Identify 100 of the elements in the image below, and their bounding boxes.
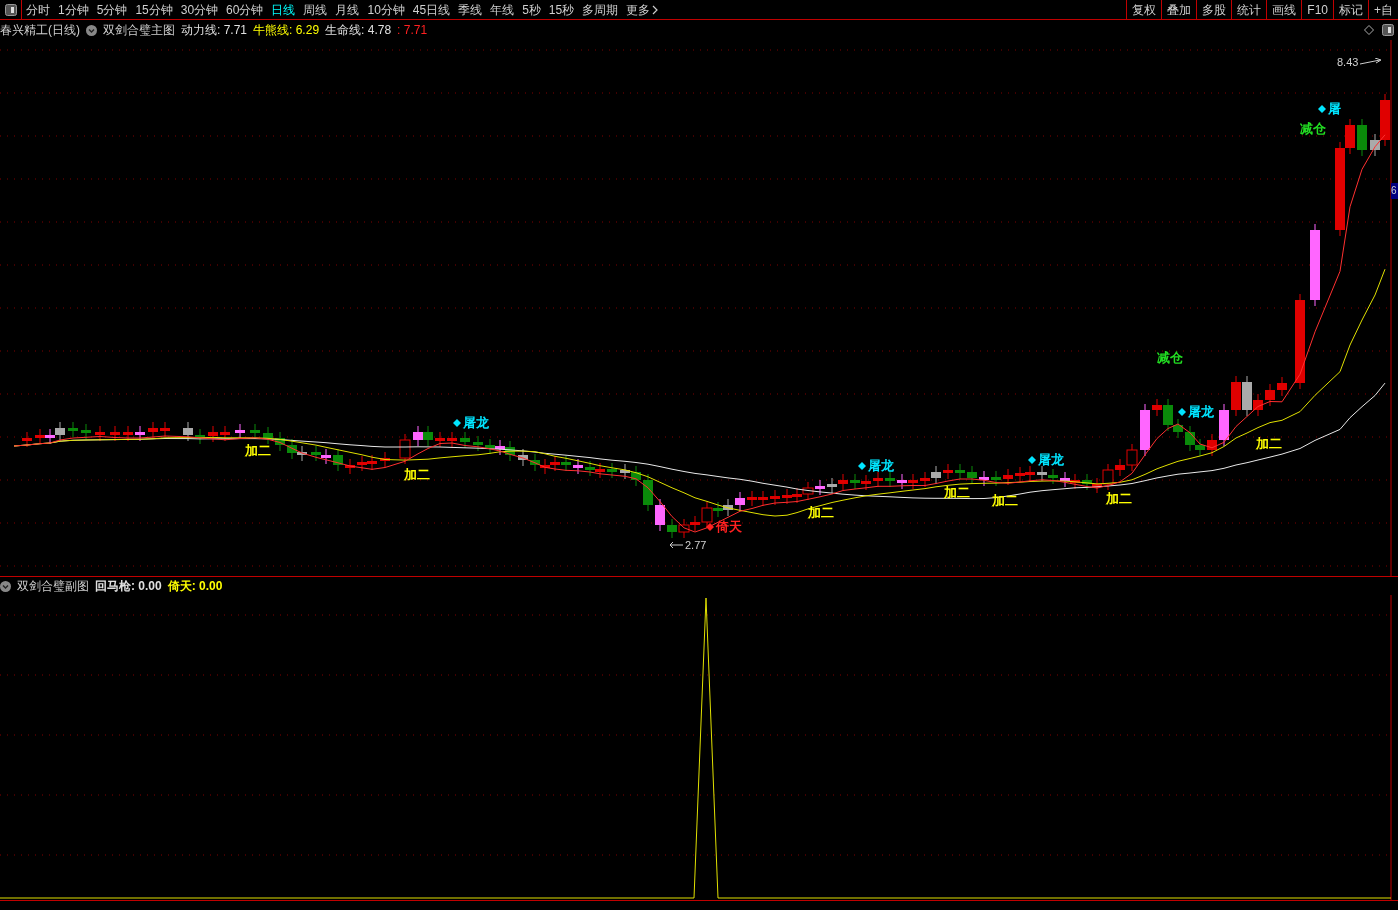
candlestick	[135, 425, 145, 442]
panel-toggle-icon[interactable]	[1382, 24, 1394, 36]
toolbar-button[interactable]: 统计	[1231, 0, 1267, 20]
candlestick	[1082, 473, 1092, 491]
candlestick	[518, 448, 528, 467]
indicator-value: 生命线: 4.78	[325, 22, 392, 39]
candlestick	[967, 465, 977, 485]
candlestick	[1070, 473, 1080, 490]
candlestick	[45, 428, 55, 445]
dropdown-icon[interactable]	[0, 580, 11, 592]
signal-label: 加二	[944, 486, 970, 500]
period-tab[interactable]: 5秒	[518, 0, 545, 20]
period-tab[interactable]: 分时	[22, 0, 54, 20]
candlestick	[35, 428, 45, 445]
stock-title: 春兴精工(日线)	[0, 22, 80, 39]
indicator-value: 倚天: 0.00	[167, 578, 223, 595]
period-tab[interactable]: 60分钟	[222, 0, 268, 20]
period-tab[interactable]: 年线	[486, 0, 519, 20]
period-tab[interactable]: 季线	[454, 0, 487, 20]
candlestick	[1207, 433, 1217, 457]
candlestick	[678, 518, 690, 539]
signal-label: 加二	[245, 444, 271, 458]
candlestick	[585, 460, 595, 477]
candlestick	[792, 487, 802, 504]
indicator-value: 回马枪: 0.00	[95, 578, 162, 595]
toolbar-button[interactable]: 画线	[1266, 0, 1302, 20]
period-tab[interactable]: 月线	[331, 0, 364, 20]
candlestick	[208, 425, 218, 443]
candlestick	[68, 421, 78, 438]
candlestick	[885, 471, 895, 488]
period-tab[interactable]: 多周期	[578, 0, 623, 20]
signal-label: 减仓	[1157, 351, 1183, 365]
period-tab[interactable]: 5分钟	[92, 0, 132, 20]
candlestick	[1025, 465, 1035, 482]
toolbar-button[interactable]: 叠加	[1161, 0, 1197, 20]
candlestick	[595, 462, 605, 479]
indicator-name[interactable]: 双剑合璧副图	[17, 577, 89, 595]
period-tab[interactable]: 1分钟	[54, 0, 93, 20]
period-tab[interactable]: 45日线	[408, 0, 455, 20]
candlestick	[782, 488, 792, 505]
candlestick	[311, 445, 321, 462]
signal-label: 屠	[1328, 102, 1341, 116]
candlestick	[110, 425, 120, 442]
period-tab[interactable]: 30分钟	[176, 0, 223, 20]
signal-label: 倚天	[716, 520, 742, 534]
candlestick	[1231, 375, 1241, 417]
signal-label: 加二	[404, 468, 430, 482]
candlestick	[1037, 465, 1047, 482]
indicator-value: 牛熊线: 6.29	[253, 22, 320, 39]
candlestick	[1048, 468, 1058, 485]
candlestick	[815, 479, 825, 496]
signal-label: 屠龙	[1038, 453, 1064, 467]
candlestick	[1140, 403, 1150, 457]
candlestick	[1195, 438, 1205, 457]
toolbar-button[interactable]: +自	[1368, 0, 1398, 20]
period-tab[interactable]: 15秒	[544, 0, 579, 20]
candlestick	[250, 423, 260, 440]
dropdown-icon[interactable]	[86, 24, 97, 36]
candlestick	[380, 451, 390, 468]
candlestick	[95, 425, 105, 442]
candlestick	[183, 421, 193, 442]
toolbar-button[interactable]: 多股	[1196, 0, 1232, 20]
period-tab[interactable]: 10分钟	[363, 0, 409, 20]
toolbar-button[interactable]: F10	[1301, 0, 1333, 20]
period-tab[interactable]: 周线	[299, 0, 332, 20]
candlestick	[1003, 468, 1013, 486]
candlestick	[758, 490, 768, 507]
more-button[interactable]: 更多	[626, 0, 651, 19]
axis-label: 6	[1391, 183, 1398, 199]
candlestick	[861, 474, 871, 491]
candlestick	[321, 448, 331, 465]
candlestick	[357, 455, 367, 472]
candlestick	[667, 518, 677, 539]
candlestick	[802, 481, 814, 501]
candlestick	[735, 491, 745, 512]
period-tab[interactable]: 日线	[267, 0, 300, 20]
candlestick	[530, 453, 540, 472]
candlestick	[873, 471, 883, 488]
candlestick	[148, 421, 158, 439]
period-tab[interactable]: 15分钟	[131, 0, 177, 20]
candlestick	[473, 435, 483, 452]
indicator-value: 动力线: 7.71	[181, 22, 248, 39]
candlestick	[1277, 376, 1287, 397]
candlestick	[160, 421, 170, 438]
indicator-value: : 7.71	[397, 22, 428, 39]
candlestick	[643, 473, 653, 512]
panel-toggle-icon[interactable]	[4, 3, 17, 16]
candlestick	[1185, 425, 1195, 452]
candlestick	[631, 465, 641, 487]
indicator-name[interactable]: 双剑合璧主图	[103, 21, 175, 39]
candlestick	[195, 428, 205, 445]
diamond-icon[interactable]	[1364, 25, 1374, 35]
candlestick	[573, 458, 583, 475]
candlestick	[1265, 383, 1275, 407]
chevron-icon[interactable]	[652, 4, 659, 15]
toolbar-button[interactable]: 标记	[1333, 0, 1368, 20]
candlestick	[931, 465, 941, 485]
toolbar-button[interactable]: 复权	[1126, 0, 1162, 20]
candlestick	[435, 431, 445, 448]
candlestick	[423, 425, 433, 447]
